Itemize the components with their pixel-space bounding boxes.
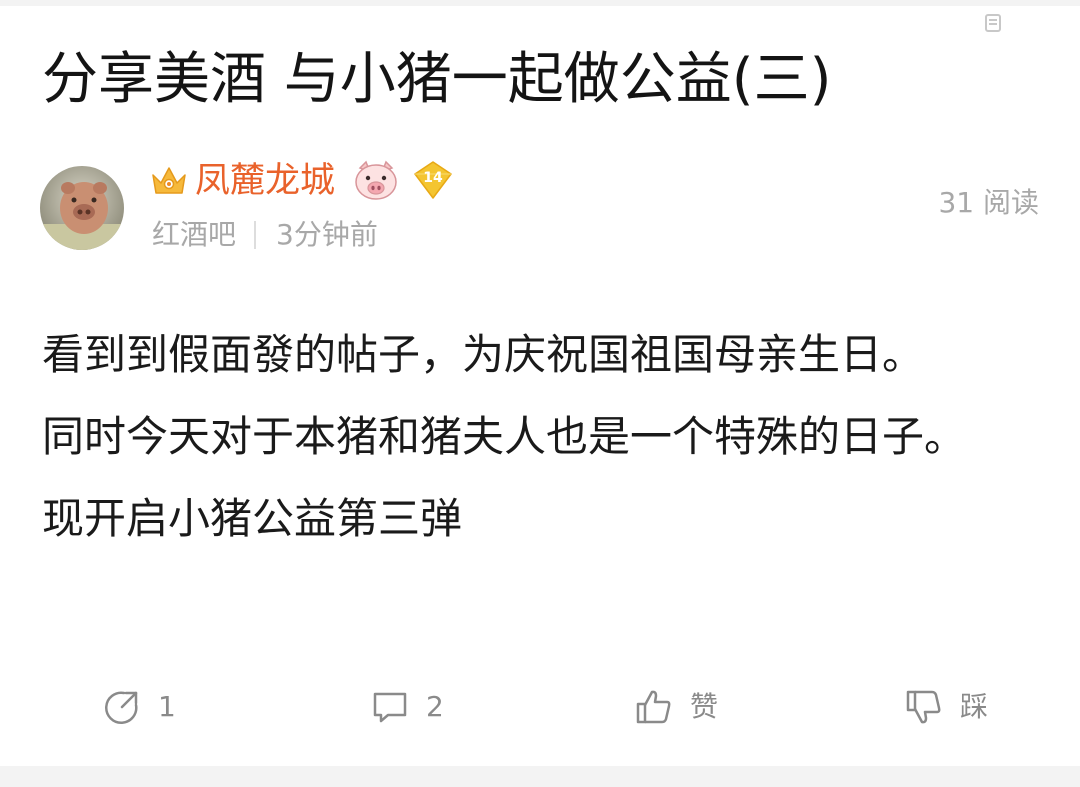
- bottom-divider: [0, 766, 1080, 787]
- comment-button[interactable]: 2: [370, 682, 444, 732]
- post-time: 3分钟前: [276, 218, 378, 251]
- post-body: 看到到假面發的帖子，为庆祝国祖国母亲生日。 同时今天对于本猪和猪夫人也是一个特殊…: [42, 314, 1042, 560]
- pig-icon: [355, 160, 397, 200]
- thumbs-up-icon: [636, 690, 671, 724]
- like-button[interactable]: 赞: [634, 682, 718, 732]
- body-paragraph: 看到到假面發的帖子，为庆祝国祖国母亲生日。: [42, 330, 925, 379]
- corner-menu-icon[interactable]: [982, 12, 1004, 34]
- level-number: 14: [423, 170, 443, 186]
- share-button[interactable]: 1: [102, 682, 176, 732]
- comment-count: 2: [426, 690, 444, 723]
- like-label: 赞: [690, 690, 719, 723]
- top-divider: [0, 0, 1080, 6]
- dislike-button[interactable]: 踩: [904, 682, 988, 732]
- dislike-label: 踩: [960, 690, 989, 723]
- post-page: 分享美酒 与小猪一起做公益(三) 凤麓龙城 14 红酒吧 3分钟前 31 阅读 …: [0, 0, 1080, 787]
- comment-icon: [373, 692, 407, 723]
- avatar[interactable]: [40, 166, 124, 250]
- body-paragraph: 同时今天对于本猪和猪夫人也是一个特殊的日子。: [42, 412, 967, 461]
- post-title: 分享美酒 与小猪一起做公益(三): [42, 47, 832, 112]
- read-count: 31 阅读: [938, 186, 1039, 219]
- meta-divider: [254, 221, 257, 249]
- avatar-image: [40, 166, 124, 250]
- body-paragraph: 现开启小猪公益第三弹: [42, 494, 463, 543]
- forum-name[interactable]: 红酒吧: [152, 215, 236, 255]
- crown-icon: [152, 167, 186, 194]
- author-name[interactable]: 凤麓龙城: [195, 158, 335, 204]
- share-icon: [105, 691, 138, 724]
- post-meta: 红酒吧 3分钟前: [152, 215, 378, 255]
- share-count: 1: [158, 690, 176, 723]
- thumbs-down-icon: [906, 690, 941, 724]
